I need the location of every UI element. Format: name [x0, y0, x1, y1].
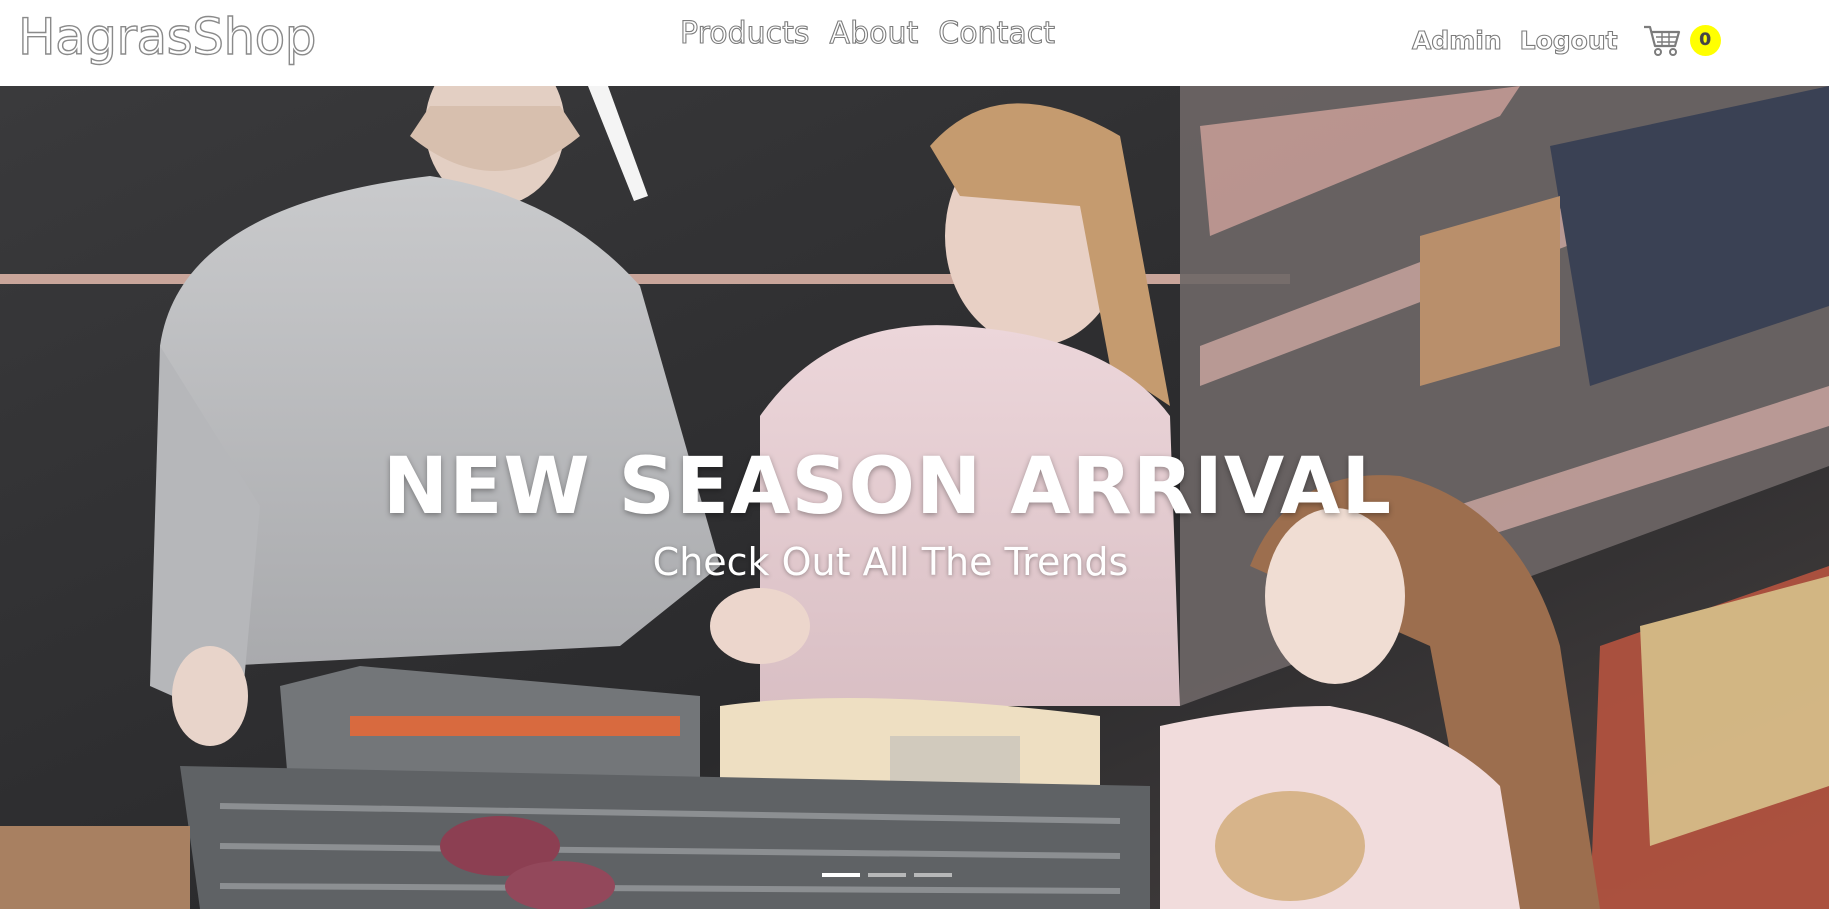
hero-carousel: NEW SEASON ARRIVAL Check Out All The Tre…	[0, 86, 1829, 909]
user-nav: Admin Logout 0	[1411, 22, 1721, 58]
carousel-indicator-2[interactable]	[868, 873, 906, 877]
carousel-indicator-3[interactable]	[914, 873, 952, 877]
logout-link[interactable]: Logout	[1519, 25, 1618, 55]
navbar: HagrasShop Products About Contact Admin …	[0, 0, 1829, 86]
nav-link-about[interactable]: About	[829, 15, 919, 51]
cart-button[interactable]: 0	[1642, 22, 1721, 58]
admin-link[interactable]: Admin	[1411, 25, 1502, 55]
cart-count-badge: 0	[1689, 24, 1721, 56]
hero-subtitle: Check Out All The Trends	[652, 540, 1129, 584]
main-nav: Products About Contact	[679, 15, 1056, 51]
carousel-indicators	[822, 873, 952, 877]
hero-title: NEW SEASON ARRIVAL	[382, 442, 1393, 532]
nav-link-products[interactable]: Products	[679, 15, 810, 51]
cart-icon	[1642, 22, 1682, 58]
nav-link-contact[interactable]: Contact	[938, 15, 1056, 51]
carousel-indicator-1[interactable]	[822, 873, 860, 877]
brand-logo[interactable]: HagrasShop	[17, 7, 317, 66]
hero-caption: NEW SEASON ARRIVAL Check Out All The Tre…	[0, 442, 1829, 584]
